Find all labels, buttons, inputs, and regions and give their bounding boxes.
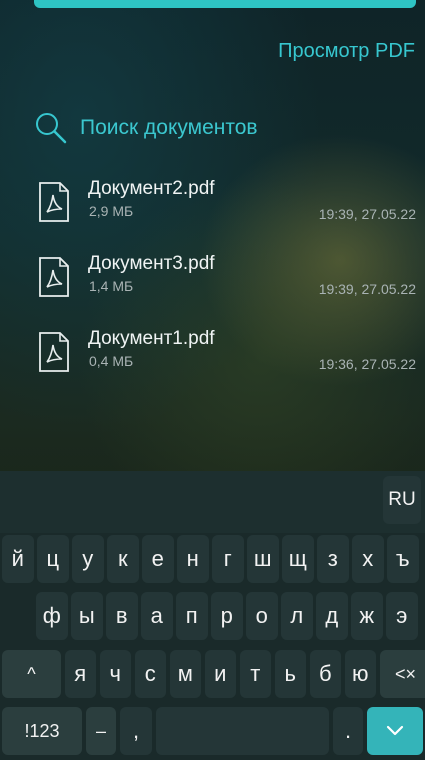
- key-ц[interactable]: ц: [37, 535, 69, 583]
- key-о[interactable]: о: [246, 592, 278, 640]
- list-item[interactable]: Документ3.pdf 1,4 МБ 19:39, 27.05.22: [38, 253, 420, 328]
- key-ж[interactable]: ж: [351, 592, 383, 640]
- key-г[interactable]: г: [212, 535, 244, 583]
- search-icon: [36, 113, 67, 144]
- top-accent-bar: [34, 0, 416, 8]
- key-м[interactable]: м: [169, 650, 201, 698]
- period-key[interactable]: .: [333, 707, 363, 755]
- key-ъ[interactable]: ъ: [387, 535, 419, 583]
- key-х[interactable]: х: [352, 535, 384, 583]
- dash-key[interactable]: –: [86, 707, 116, 755]
- pdf-file-icon: [39, 257, 69, 297]
- key-в[interactable]: в: [106, 592, 138, 640]
- search-input[interactable]: Поиск документов: [80, 116, 258, 140]
- key-л[interactable]: л: [281, 592, 313, 640]
- key-н[interactable]: н: [177, 535, 209, 583]
- key-с[interactable]: с: [134, 650, 166, 698]
- space-key[interactable]: [156, 707, 329, 755]
- key-я[interactable]: я: [64, 650, 96, 698]
- document-name: Документ3.pdf: [88, 253, 215, 274]
- key-ь[interactable]: ь: [274, 650, 306, 698]
- shift-key[interactable]: ^: [2, 650, 61, 698]
- key-ф[interactable]: ф: [36, 592, 68, 640]
- key-и[interactable]: и: [204, 650, 236, 698]
- keyboard-row-2: фывапролджэ: [0, 592, 425, 640]
- keyboard-row-4: !123 – , .: [0, 707, 425, 755]
- keyboard-row-3: ^ я ч с м и т ь б ю <×: [0, 650, 425, 698]
- document-size: 2,9 МБ: [89, 203, 134, 219]
- key-д[interactable]: д: [316, 592, 348, 640]
- document-size: 0,4 МБ: [89, 353, 134, 369]
- pdf-file-icon: [39, 182, 69, 222]
- document-list: Документ2.pdf 2,9 МБ 19:39, 27.05.22 Док…: [38, 178, 420, 403]
- key-б[interactable]: б: [309, 650, 341, 698]
- chevron-down-icon: [386, 725, 404, 736]
- document-name: Документ1.pdf: [88, 328, 215, 349]
- key-ч[interactable]: ч: [99, 650, 131, 698]
- key-е[interactable]: е: [142, 535, 174, 583]
- key-з[interactable]: з: [317, 535, 349, 583]
- key-к[interactable]: к: [107, 535, 139, 583]
- key-у[interactable]: у: [72, 535, 104, 583]
- key-а[interactable]: а: [141, 592, 173, 640]
- key-ы[interactable]: ы: [71, 592, 103, 640]
- key-п[interactable]: п: [176, 592, 208, 640]
- document-name: Документ2.pdf: [88, 178, 215, 199]
- key-й[interactable]: й: [2, 535, 34, 583]
- enter-key[interactable]: [367, 707, 423, 755]
- key-т[interactable]: т: [239, 650, 271, 698]
- key-э[interactable]: э: [386, 592, 418, 640]
- keyboard-row-1: йцукенгшщзхъ: [0, 535, 425, 583]
- comma-key[interactable]: ,: [120, 707, 152, 755]
- symbols-key[interactable]: !123: [2, 707, 82, 755]
- document-timestamp: 19:36, 27.05.22: [318, 356, 416, 372]
- key-ю[interactable]: ю: [344, 650, 376, 698]
- key-р[interactable]: р: [211, 592, 243, 640]
- key-ш[interactable]: ш: [247, 535, 279, 583]
- page-title: Просмотр PDF: [278, 40, 415, 62]
- document-timestamp: 19:39, 27.05.22: [318, 281, 416, 297]
- key-щ[interactable]: щ: [282, 535, 314, 583]
- backspace-key[interactable]: <×: [379, 650, 425, 698]
- language-key[interactable]: RU: [383, 476, 421, 524]
- pdf-file-icon: [39, 332, 69, 372]
- list-item[interactable]: Документ2.pdf 2,9 МБ 19:39, 27.05.22: [38, 178, 420, 253]
- search-bar[interactable]: Поиск документов: [34, 110, 394, 146]
- list-item[interactable]: Документ1.pdf 0,4 МБ 19:36, 27.05.22: [38, 328, 420, 403]
- keyboard-suggestion-bar: RU: [0, 471, 425, 533]
- app-screen: Просмотр PDF Поиск документов Документ2.…: [0, 0, 425, 760]
- document-timestamp: 19:39, 27.05.22: [318, 206, 416, 222]
- document-size: 1,4 МБ: [89, 278, 134, 294]
- on-screen-keyboard: RU йцукенгшщзхъ фывапролджэ ^ я ч с м и т ь б ю <×…: [0, 471, 425, 760]
